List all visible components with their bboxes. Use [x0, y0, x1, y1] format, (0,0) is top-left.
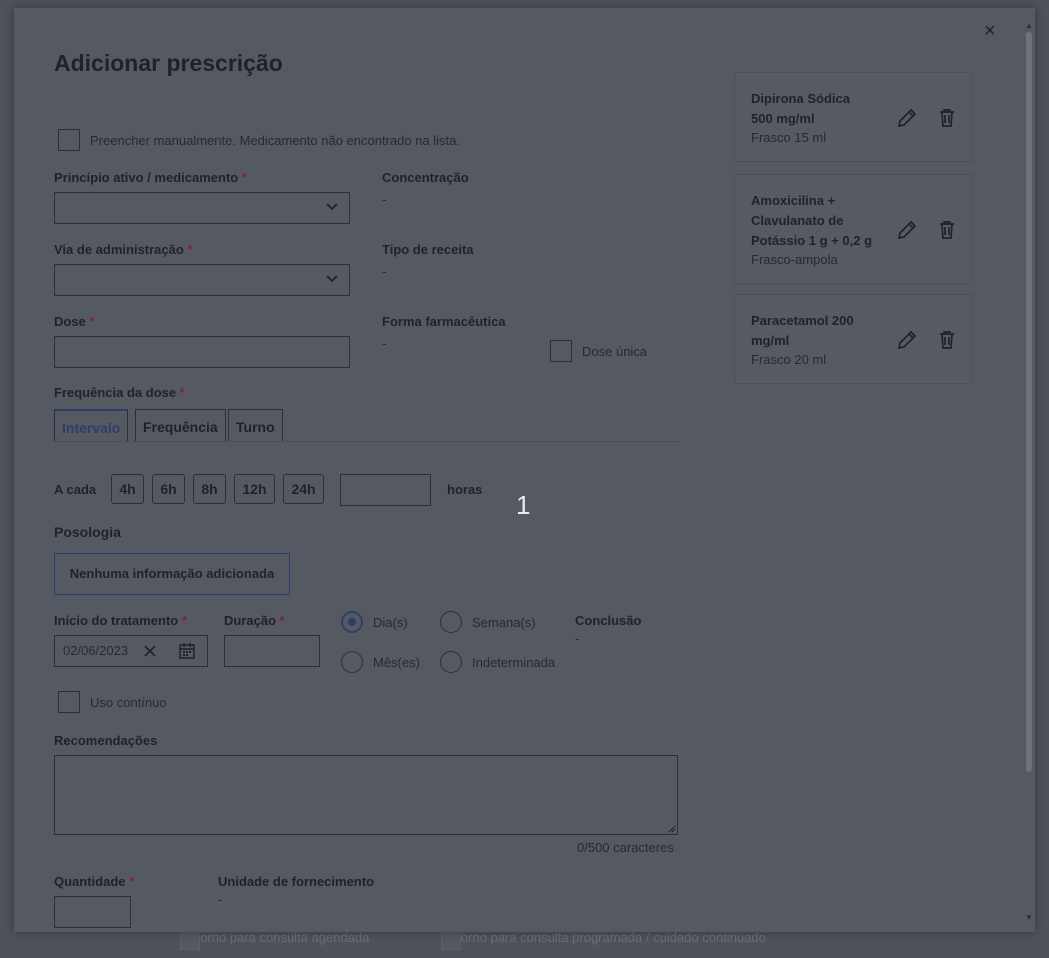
recommendations-textarea[interactable]	[54, 755, 678, 835]
chevron-down-icon	[326, 275, 338, 283]
interval-12h-button[interactable]: 12h	[234, 474, 275, 504]
add-prescription-modal: ▲ ▼ Adicionar prescrição × Preencher man…	[14, 8, 1035, 932]
continuous-use-checkbox[interactable]	[58, 691, 80, 713]
bg-return-scheduled: Retorno para consulta agendada	[180, 930, 370, 945]
pharma-form-label: Forma farmacêutica	[382, 314, 506, 329]
route-label: Via de administração *	[54, 242, 193, 257]
bg-checkbox-programmed	[440, 930, 461, 950]
duration-label: Duração *	[224, 613, 285, 628]
scroll-down-icon[interactable]: ▼	[1025, 914, 1033, 922]
posology-button[interactable]: Nenhuma informação adicionada	[54, 553, 290, 595]
recommendations-label: Recomendações	[54, 733, 158, 748]
interval-4h-button[interactable]: 4h	[111, 474, 144, 504]
prescription-name: Amoxicilina + Clavulanato de Potássio 1 g …	[751, 193, 873, 248]
prescription-type-label: Tipo de receita	[382, 242, 474, 257]
prescription-form: Frasco 15 ml	[751, 130, 827, 145]
prescription-form: Frasco-ampola	[751, 252, 838, 267]
treatment-start-input[interactable]: 02/06/2023	[54, 635, 208, 667]
dose-input[interactable]	[54, 336, 350, 368]
dose-label: Dose *	[54, 314, 95, 329]
pencil-icon[interactable]	[896, 329, 918, 351]
clear-icon[interactable]	[143, 644, 157, 658]
calendar-icon[interactable]	[178, 642, 196, 660]
single-dose-label: Dose única	[582, 344, 648, 359]
step-number-overlay: 1	[516, 490, 531, 520]
interval-prefix: A cada	[54, 482, 97, 497]
active-ingredient-select[interactable]	[54, 192, 350, 224]
route-select[interactable]	[54, 264, 350, 296]
radio-dias[interactable]	[341, 611, 363, 633]
bg-checkbox-scheduled	[180, 930, 200, 950]
conclusion-value: -	[575, 631, 580, 646]
prescription-name: Dipirona Sódica 500 mg/ml	[751, 91, 850, 126]
active-ingredient-label: Princípio ativo / medicamento *	[54, 170, 247, 185]
manual-fill-label: Preencher manualmente. Medicamento não e…	[90, 133, 460, 148]
prescription-form: Frasco 20 ml	[751, 352, 827, 367]
radio-meses[interactable]	[341, 651, 363, 673]
frequency-label: Frequência da dose *	[54, 385, 185, 400]
treatment-start-value: 02/06/2023	[63, 643, 129, 658]
chevron-down-icon	[326, 203, 338, 211]
single-dose-checkbox[interactable]	[550, 340, 572, 362]
tab-turno[interactable]: Turno	[228, 409, 283, 441]
scroll-thumb[interactable]	[1026, 32, 1032, 772]
prescription-card: Amoxicilina + Clavulanato de Potássio 1 g …	[734, 174, 972, 284]
radio-semanas-label: Semana(s)	[472, 615, 536, 630]
trash-icon[interactable]	[936, 219, 958, 241]
radio-semanas[interactable]	[440, 611, 462, 633]
posology-label: Posologia	[54, 524, 121, 540]
concentration-label: Concentração	[382, 170, 469, 185]
resize-handle-icon[interactable]	[668, 825, 676, 833]
quantity-input[interactable]	[54, 896, 131, 928]
close-icon[interactable]: ×	[984, 20, 996, 43]
duration-input[interactable]	[224, 635, 320, 667]
interval-6h-button[interactable]: 6h	[152, 474, 185, 504]
radio-meses-label: Mês(es)	[373, 655, 420, 670]
recommendations-counter: 0/500 caracteres	[577, 840, 674, 855]
modal-scrollbar[interactable]: ▲ ▼	[1025, 22, 1033, 922]
background-return-options: Retorno para consulta agendada Retorno p…	[180, 930, 766, 950]
pencil-icon[interactable]	[896, 219, 918, 241]
supply-unit-value: -	[218, 892, 223, 907]
interval-unit: horas	[447, 482, 483, 497]
radio-dias-label: Dia(s)	[373, 615, 408, 630]
continuous-use-label: Uso contínuo	[90, 695, 167, 710]
radio-indeterminada[interactable]	[440, 651, 462, 673]
prescription-card: Paracetamol 200 mg/ml Frasco 20 ml	[734, 294, 972, 384]
quantity-label: Quantidade *	[54, 874, 135, 889]
interval-hours-input[interactable]	[340, 474, 431, 506]
trash-icon[interactable]	[936, 107, 958, 129]
bg-return-programmed: Retorno para consulta programada / cuida…	[440, 930, 766, 945]
pharma-form-value: -	[382, 336, 387, 351]
prescription-name: Paracetamol 200 mg/ml	[751, 313, 854, 348]
prescription-card: Dipirona Sódica 500 mg/ml Frasco 15 ml	[734, 72, 972, 162]
tab-intervalo[interactable]: Intervalo	[54, 409, 129, 441]
manual-fill-checkbox[interactable]	[58, 129, 80, 151]
tab-divider	[54, 441, 679, 442]
treatment-start-label: Início do tratamento *	[54, 613, 187, 628]
prescription-type-value: -	[382, 264, 387, 279]
tab-frequencia[interactable]: Frequência	[135, 409, 226, 441]
supply-unit-label: Unidade de fornecimento	[218, 874, 375, 889]
scroll-up-icon[interactable]: ▲	[1025, 22, 1033, 30]
interval-8h-button[interactable]: 8h	[193, 474, 226, 504]
pencil-icon[interactable]	[896, 107, 918, 129]
interval-24h-button[interactable]: 24h	[283, 474, 324, 504]
conclusion-label: Conclusão	[575, 613, 642, 628]
radio-indeterminada-label: Indeterminada	[472, 655, 556, 670]
trash-icon[interactable]	[936, 329, 958, 351]
concentration-value: -	[382, 192, 387, 207]
modal-title: Adicionar prescrição	[54, 50, 283, 76]
